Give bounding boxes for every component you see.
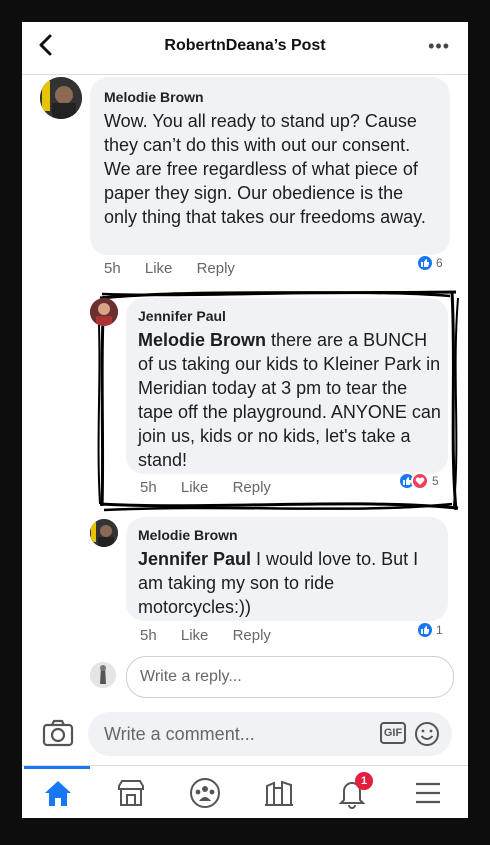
more-dots-icon[interactable]: ••• (428, 36, 450, 57)
reaction-count: 1 (436, 623, 443, 637)
reply-button[interactable]: Reply (233, 627, 271, 644)
pages-icon[interactable] (262, 776, 296, 810)
reaction-summary[interactable]: 1 (416, 621, 443, 639)
avatar[interactable] (90, 519, 118, 547)
like-button[interactable]: Like (145, 260, 173, 277)
love-reaction-icon (411, 472, 429, 490)
comment-bubble: Melodie Brown Wow. You all ready to stan… (90, 77, 450, 255)
reaction-summary[interactable]: 6 (416, 254, 443, 272)
camera-icon[interactable] (42, 719, 74, 747)
like-reaction-icon (416, 254, 434, 272)
reaction-count: 6 (436, 256, 443, 270)
reaction-count: 5 (432, 474, 439, 488)
emoji-icon[interactable] (414, 721, 440, 747)
comment-input-placeholder: Write a comment... (104, 724, 255, 744)
reply-bubble: Jennifer Paul Melodie Brown there are a … (126, 298, 448, 474)
reaction-summary[interactable]: 5 (398, 472, 439, 490)
comment-time: 5h (104, 260, 121, 277)
reply-text: Melodie Brown there are a BUNCH of us ta… (138, 330, 441, 470)
reply-actions: 5h Like Reply (140, 627, 291, 644)
reply-input[interactable]: Write a reply... (126, 656, 454, 698)
home-icon[interactable] (41, 776, 75, 810)
reply-bubble: Melodie Brown Jennifer Paul I would love… (126, 517, 448, 621)
comment-text: Wow. You all ready to stand up? Cause th… (104, 111, 426, 227)
post-screen: RobertnDeana’s Post ••• Melodie Brown Wo… (22, 22, 468, 818)
comment-author[interactable]: Melodie Brown (104, 89, 204, 105)
reply-button[interactable]: Reply (233, 479, 271, 496)
comment-actions: 5h Like Reply (104, 260, 255, 277)
nav-active-indicator (24, 766, 90, 769)
reply-actions: 5h Like Reply (140, 479, 291, 496)
post-title: RobertnDeana’s Post (164, 37, 326, 54)
reply-author[interactable]: Melodie Brown (138, 527, 238, 543)
mention-tag[interactable]: Jennifer Paul (138, 549, 251, 569)
like-button[interactable]: Like (181, 627, 209, 644)
comment-input[interactable]: Write a comment... GIF (88, 712, 452, 756)
reply-time: 5h (140, 479, 157, 496)
notifications-bell-icon[interactable]: 1 (335, 772, 373, 810)
notification-badge: 1 (355, 772, 373, 790)
bottom-nav: 1 (22, 765, 468, 818)
like-reaction-icon (416, 621, 434, 639)
avatar[interactable] (40, 77, 82, 119)
reply-author[interactable]: Jennifer Paul (138, 308, 226, 324)
current-user-avatar (90, 662, 116, 688)
reply-input-placeholder: Write a reply... (140, 668, 242, 685)
mention-tag[interactable]: Melodie Brown (138, 330, 266, 350)
reply-time: 5h (140, 627, 157, 644)
reply-button[interactable]: Reply (197, 260, 235, 277)
menu-hamburger-icon[interactable] (411, 776, 445, 810)
post-header: RobertnDeana’s Post ••• (22, 22, 468, 75)
gif-button[interactable]: GIF (380, 722, 406, 744)
avatar[interactable] (90, 298, 118, 326)
reply-text: Jennifer Paul I would love to. But I am … (138, 549, 419, 617)
marketplace-icon[interactable] (114, 776, 148, 810)
like-button[interactable]: Like (181, 479, 209, 496)
groups-icon[interactable] (188, 776, 222, 810)
